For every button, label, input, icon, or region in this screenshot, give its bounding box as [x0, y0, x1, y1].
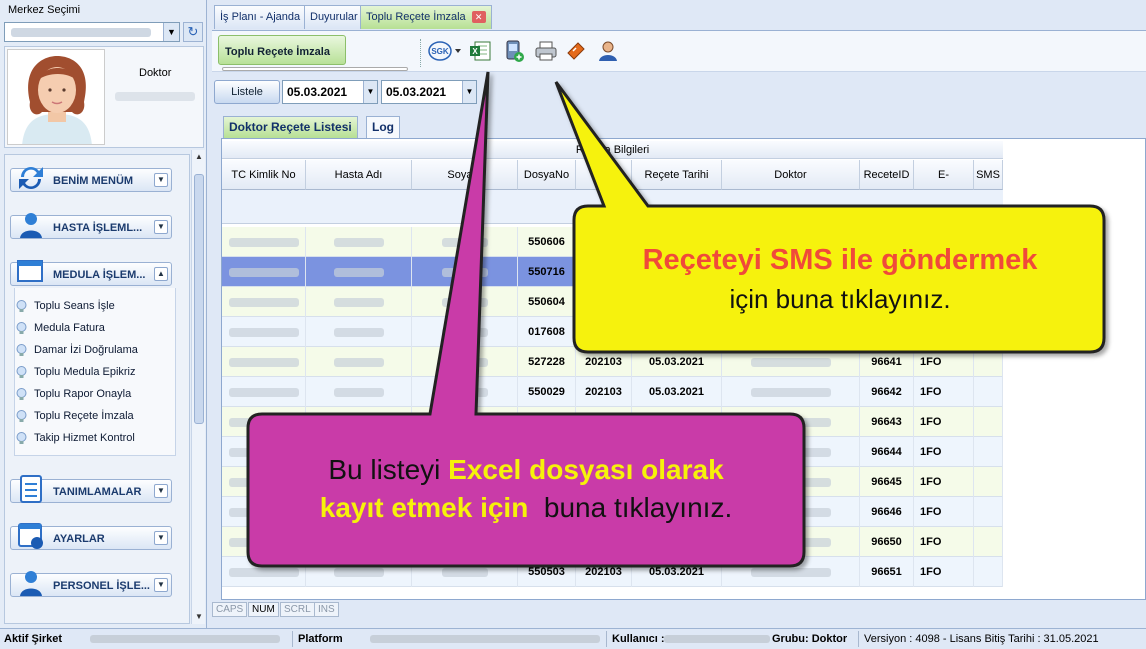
excel-callout-line1: Bu listeyi Excel dosyası olarak [328, 454, 724, 485]
excel-callout-line2: kayıt etmek için buna tıklayınız. [319, 492, 733, 523]
sms-callout-highlight: Reçeteyi SMS ile göndermek [642, 244, 1038, 276]
sms-callout-rest: için buna tıklayınız. [729, 284, 951, 314]
annotation-layer [246, 71, 1106, 568]
